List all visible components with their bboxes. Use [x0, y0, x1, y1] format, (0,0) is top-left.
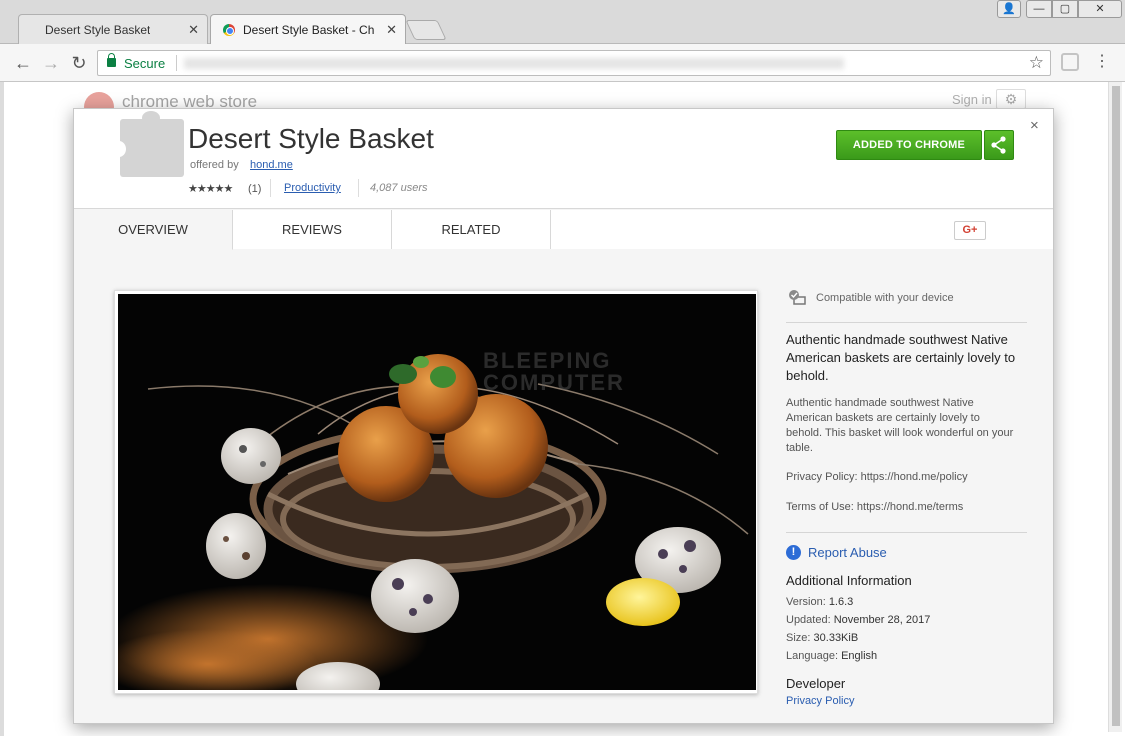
share-icon [991, 136, 1006, 154]
category-link[interactable]: Productivity [284, 182, 341, 194]
meta-divider [270, 179, 271, 197]
terms-of-use-text: Terms of Use: https://hond.me/terms [786, 501, 964, 513]
developer-link[interactable]: hond.me [250, 159, 293, 171]
user-count: 4,087 users [370, 182, 428, 194]
extension-icon[interactable] [1061, 53, 1079, 71]
compatibility-text: Compatible with your device [816, 292, 954, 304]
info-row-updated: Updated: November 28, 2017 [786, 614, 930, 626]
puzzle-icon [112, 111, 184, 177]
tab-reviews[interactable]: REVIEWS [233, 210, 392, 249]
share-button[interactable] [984, 130, 1014, 160]
reload-icon[interactable]: ↻ [68, 52, 90, 74]
browser-tab-1-title: Desert Style Basket [45, 23, 151, 37]
info-value: English [841, 650, 878, 662]
extension-summary: Authentic handmade southwest Native Amer… [786, 332, 1016, 383]
screenshot-frame: BLEEPING COMPUTER [114, 290, 758, 694]
rating-count: (1) [248, 183, 262, 195]
star-icon[interactable]: ☆ [1029, 53, 1044, 73]
tab-related[interactable]: RELATED [392, 210, 551, 249]
dialog-header: Desert Style Basket offered by hond.me ★… [74, 109, 1053, 209]
chrome-store-favicon-icon [223, 24, 235, 36]
url-text-blurred [184, 58, 844, 69]
alert-icon: ! [786, 545, 801, 560]
scrollbar-thumb[interactable] [1112, 86, 1120, 726]
developer-heading: Developer [786, 676, 846, 691]
basket-screenshot-image[interactable]: BLEEPING COMPUTER [118, 294, 756, 690]
forward-arrow-icon[interactable]: → [40, 52, 62, 74]
info-value: 30.33KiB [813, 632, 859, 644]
google-plus-button[interactable]: G+ [954, 221, 986, 240]
checkmark-device-icon [789, 290, 806, 305]
developer-privacy-policy-link[interactable]: Privacy Policy [786, 695, 854, 707]
basket-photo-illustration: BLEEPING COMPUTER [118, 294, 756, 690]
page-scrollbar[interactable] [1108, 82, 1122, 732]
extension-description: Authentic handmade southwest Native Amer… [786, 397, 1014, 454]
extension-title: Desert Style Basket [188, 123, 434, 154]
svg-text:COMPUTER: COMPUTER [483, 370, 625, 395]
info-row-size: Size: 30.33KiB [786, 632, 858, 644]
privacy-policy-text: Privacy Policy: https://hond.me/policy [786, 471, 968, 483]
sidebar-divider [786, 532, 1027, 533]
info-label: Version: [786, 596, 826, 608]
url-separator [176, 55, 177, 71]
dialog-tabs: OVERVIEW REVIEWS RELATED G+ [74, 210, 1053, 250]
page-left-edge [0, 82, 4, 736]
offered-by-label: offered by [190, 159, 239, 171]
close-icon[interactable]: × [1030, 117, 1039, 134]
info-row-version: Version: 1.6.3 [786, 596, 853, 608]
report-abuse-link[interactable]: Report Abuse [808, 545, 887, 560]
menu-icon[interactable]: ⋮ [1094, 52, 1110, 72]
secure-label: Secure [124, 56, 166, 71]
info-row-language: Language: English [786, 650, 877, 662]
info-value: November 28, 2017 [833, 614, 931, 626]
browser-tab-2-title: Desert Style Basket - Chr [243, 23, 375, 37]
maximize-button[interactable]: ▢ [1052, 0, 1078, 18]
close-icon[interactable]: ✕ [188, 15, 199, 44]
rating-stars-icon[interactable]: ★★★★★ [188, 182, 233, 195]
browser-tab-1[interactable]: Desert Style Basket ✕ [18, 14, 208, 44]
tab-overview[interactable]: OVERVIEW [74, 210, 233, 250]
gear-icon[interactable]: ⚙ [996, 89, 1026, 109]
user-profile-button[interactable]: 👤 [997, 0, 1021, 18]
back-arrow-icon[interactable]: ← [12, 52, 34, 74]
title-bar: Desert Style Basket ✕ Desert Style Baske… [0, 0, 1125, 44]
lock-icon [107, 53, 116, 67]
browser-tab-2[interactable]: Desert Style Basket - Chr ✕ [210, 14, 406, 44]
info-label: Updated: [786, 614, 831, 626]
info-value: 1.6.3 [828, 596, 854, 608]
minimize-button[interactable]: — [1026, 0, 1052, 18]
new-tab-button[interactable] [405, 20, 447, 40]
extension-detail-dialog: Desert Style Basket offered by hond.me ★… [73, 108, 1054, 724]
sidebar-divider [786, 322, 1027, 323]
signin-link[interactable]: Sign in [952, 92, 992, 107]
browser-toolbar: ← → ↻ Secure ☆ ⋮ [0, 44, 1125, 82]
address-bar[interactable]: Secure ☆ [97, 50, 1051, 76]
window-close-button[interactable]: ✕ [1078, 0, 1122, 18]
info-label: Language: [786, 650, 838, 662]
additional-info-heading: Additional Information [786, 573, 912, 588]
info-label: Size: [786, 632, 811, 644]
close-icon[interactable]: ✕ [386, 15, 397, 44]
meta-divider [358, 179, 359, 197]
added-to-chrome-button[interactable]: ADDED TO CHROME [836, 130, 982, 160]
